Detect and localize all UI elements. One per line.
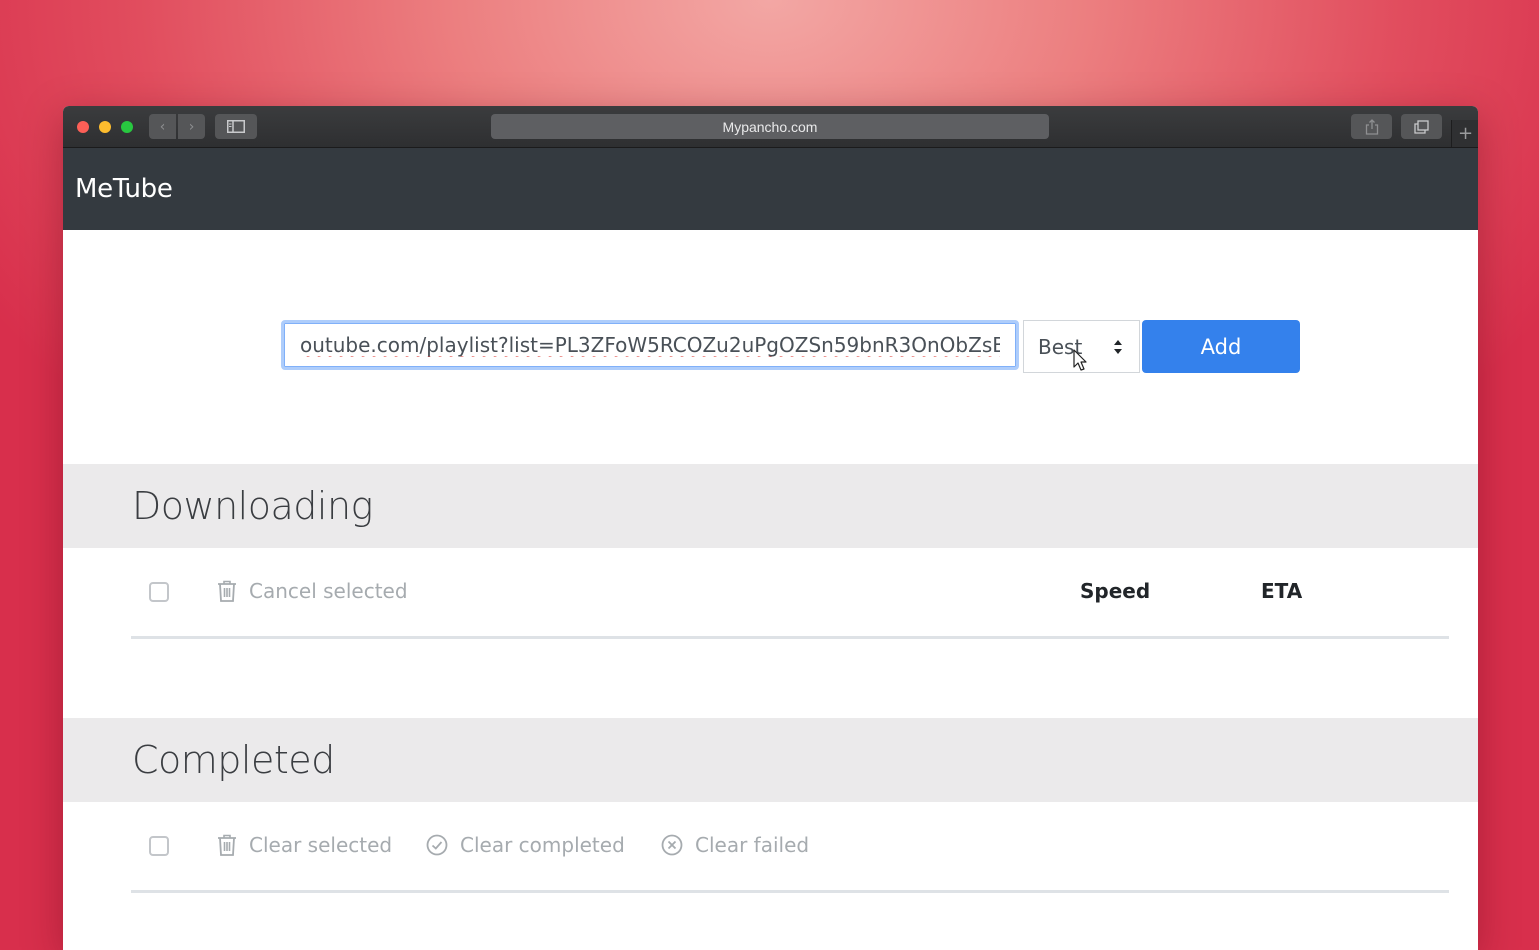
completed-title: Completed xyxy=(132,738,335,782)
add-button[interactable]: Add xyxy=(1142,320,1300,373)
new-tab-button[interactable]: + xyxy=(1451,120,1478,147)
speed-column-header: Speed xyxy=(1080,579,1151,603)
check-circle-icon xyxy=(426,834,448,856)
app-brand[interactable]: MeTube xyxy=(75,174,173,204)
mouse-cursor-icon xyxy=(1073,349,1087,371)
completed-toolbar: Clear selected Clear completed Clear fai… xyxy=(131,802,1449,893)
clear-completed-button[interactable]: Clear completed xyxy=(426,833,625,857)
url-input[interactable] xyxy=(281,320,1019,370)
share-button[interactable] xyxy=(1351,114,1392,139)
close-window-button[interactable] xyxy=(77,121,89,133)
downloading-toolbar: Cancel selected Speed ETA xyxy=(131,548,1449,639)
cancel-selected-label: Cancel selected xyxy=(249,579,408,603)
plus-icon: + xyxy=(1457,123,1474,144)
browser-titlebar: ‹ › Mypancho.com + xyxy=(63,106,1478,148)
trash-icon xyxy=(217,580,237,602)
show-tabs-button[interactable] xyxy=(1401,114,1442,139)
add-button-label: Add xyxy=(1200,334,1242,359)
select-all-downloading-checkbox[interactable] xyxy=(149,582,169,602)
select-arrows-icon xyxy=(1114,340,1122,354)
clear-selected-label: Clear selected xyxy=(249,833,393,857)
tabs-icon xyxy=(1414,119,1429,134)
share-icon xyxy=(1365,118,1378,135)
downloading-title: Downloading xyxy=(132,484,373,528)
clear-failed-label: Clear failed xyxy=(695,833,810,857)
sidebar-icon xyxy=(227,120,245,133)
eta-column-header: ETA xyxy=(1261,579,1303,603)
clear-completed-label: Clear completed xyxy=(460,833,625,857)
downloading-header: Downloading xyxy=(63,464,1478,548)
clear-failed-button[interactable]: Clear failed xyxy=(661,833,809,857)
chevron-right-icon: › xyxy=(188,118,195,135)
minimize-window-button[interactable] xyxy=(99,121,111,133)
forward-button[interactable]: › xyxy=(178,114,205,139)
chevron-left-icon: ‹ xyxy=(159,118,166,135)
maximize-window-button[interactable] xyxy=(121,121,133,133)
browser-window: ‹ › Mypancho.com + MeTube outube.com/pla… xyxy=(63,106,1478,950)
back-button[interactable]: ‹ xyxy=(149,114,176,139)
history-nav: ‹ › xyxy=(149,114,205,139)
select-all-completed-checkbox[interactable] xyxy=(149,836,169,856)
app-navbar: MeTube xyxy=(63,148,1478,230)
trash-icon xyxy=(217,834,237,856)
address-bar[interactable]: Mypancho.com xyxy=(491,114,1049,139)
x-circle-icon xyxy=(661,834,683,856)
cancel-selected-button[interactable]: Cancel selected xyxy=(217,579,408,603)
sidebar-toggle-button[interactable] xyxy=(215,114,257,139)
clear-selected-button[interactable]: Clear selected xyxy=(217,833,392,857)
address-text: Mypancho.com xyxy=(722,118,818,135)
completed-header: Completed xyxy=(63,718,1478,802)
